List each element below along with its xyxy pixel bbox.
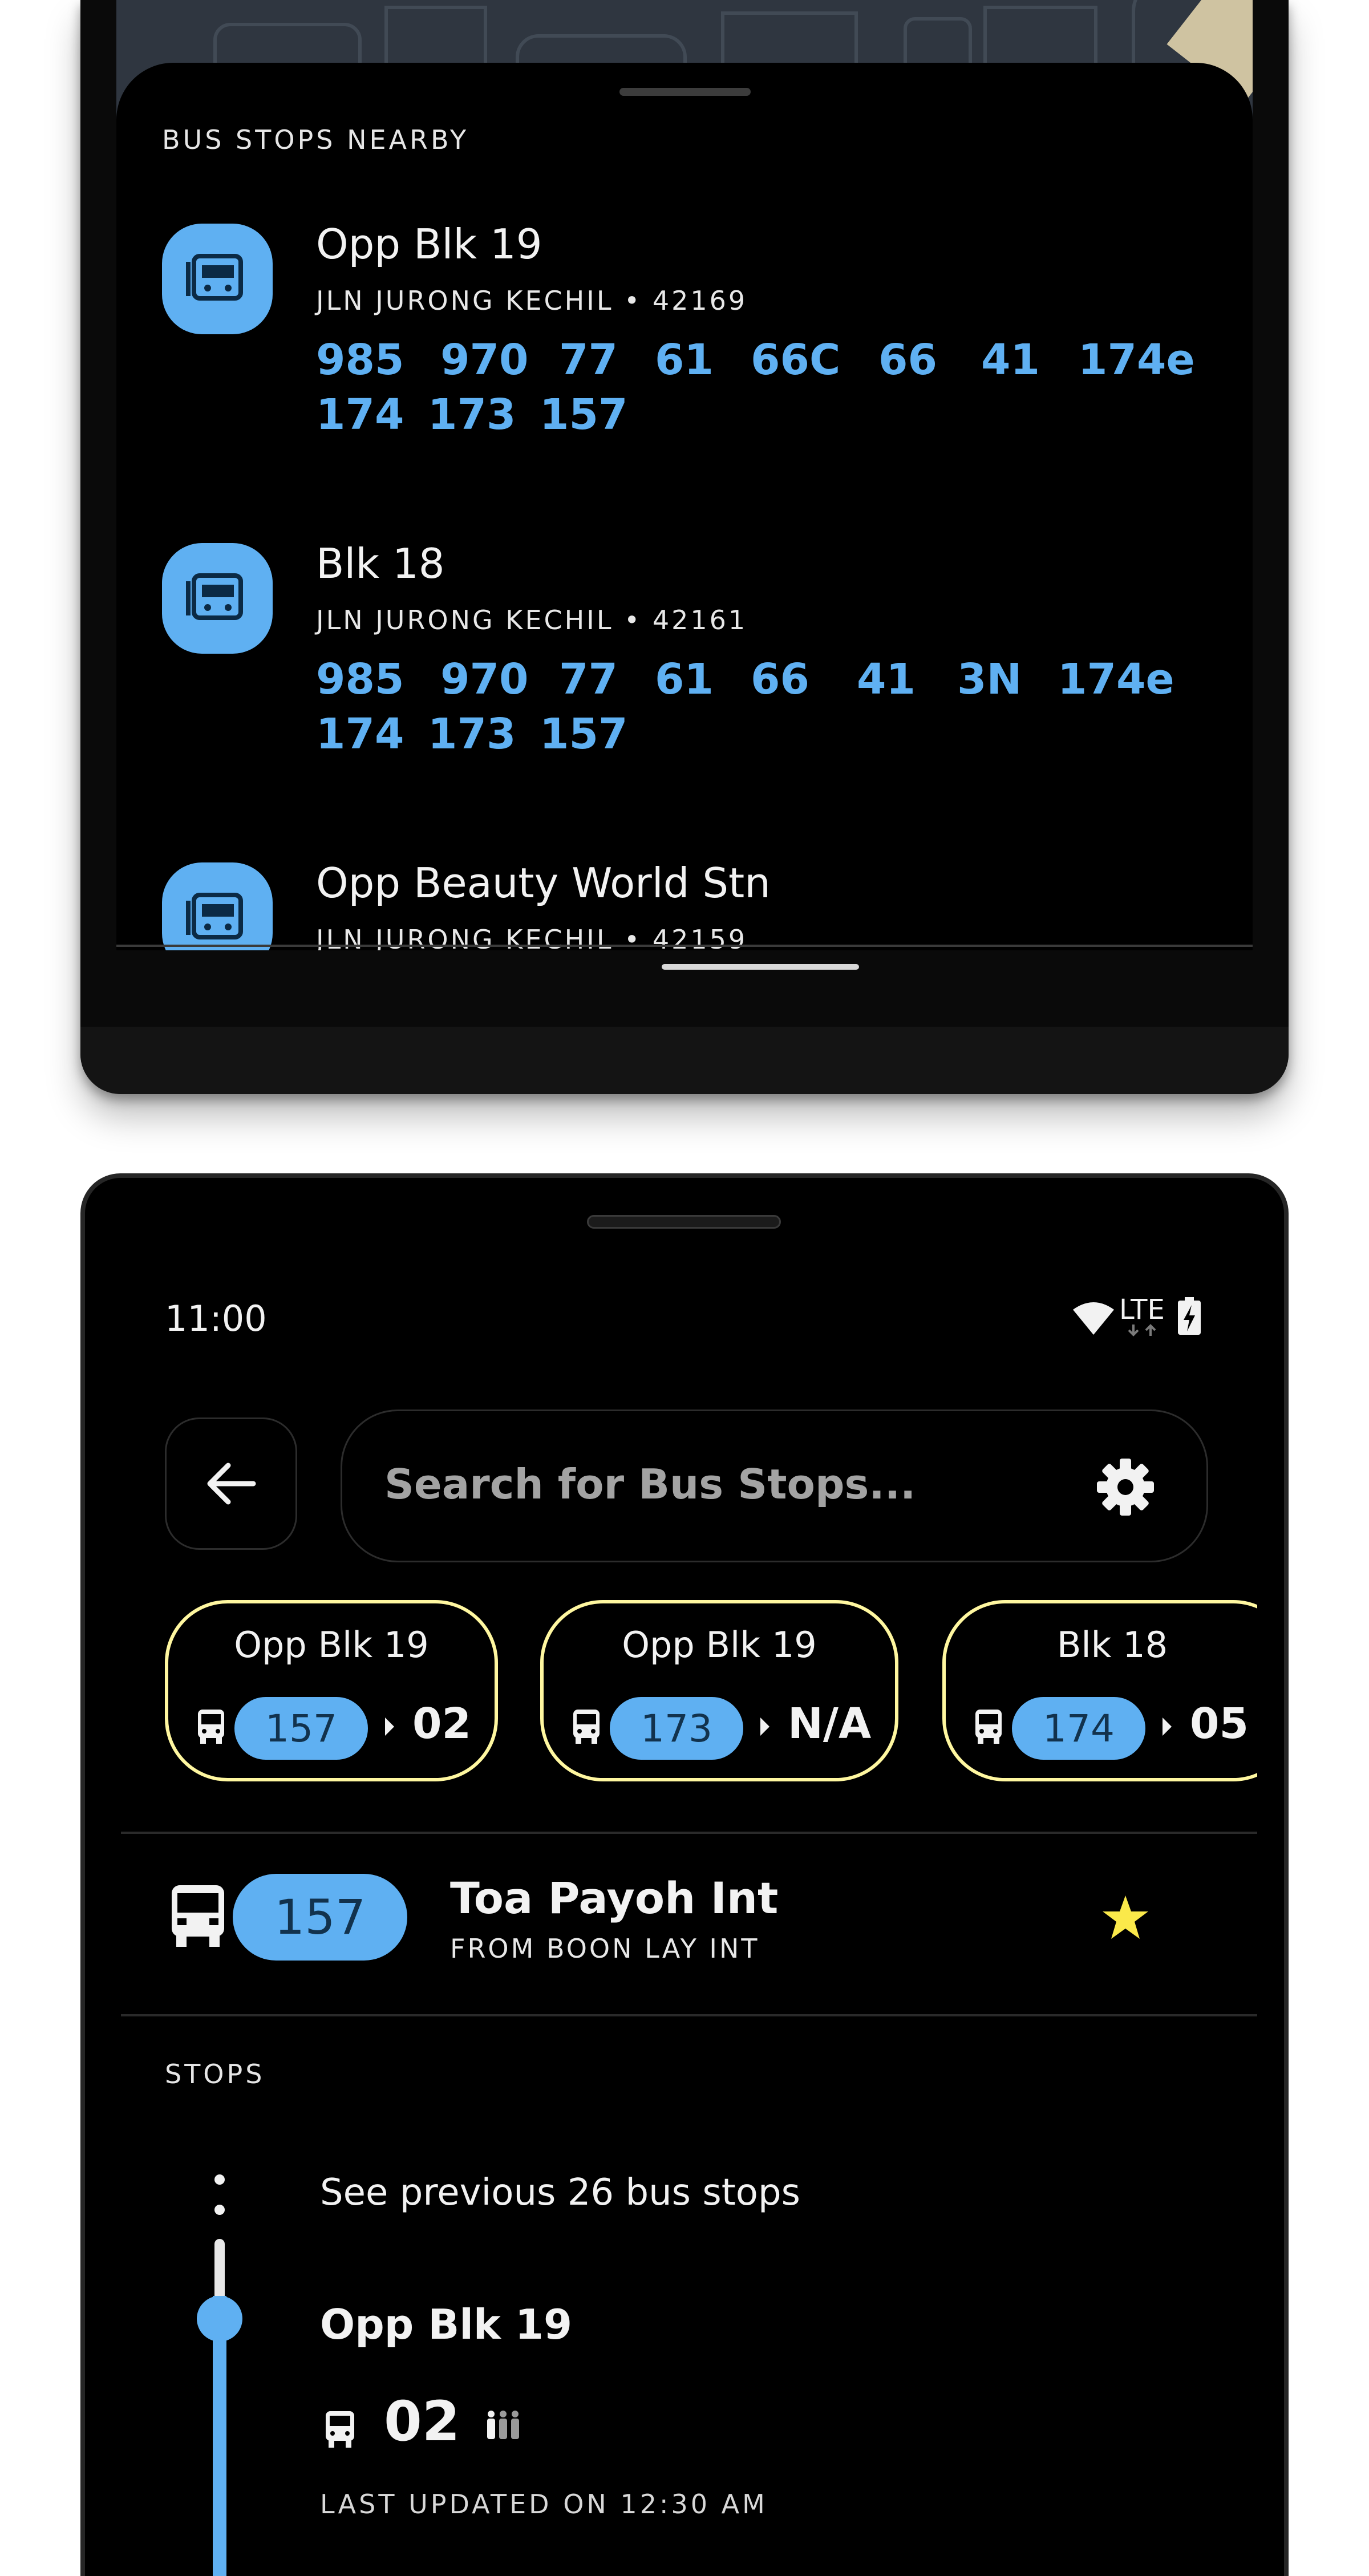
phone-bottom-bezel bbox=[80, 1027, 1289, 1094]
service-number[interactable]: 41 bbox=[981, 335, 1040, 384]
route-header: 157 Toa Payoh Int FROM BOON LAY INT bbox=[85, 1822, 1284, 2011]
nearby-stop-item[interactable]: Opp Blk 19 JLN JURONG KECHIL • 42169 985… bbox=[116, 220, 1253, 497]
bus-icon bbox=[573, 1710, 600, 1744]
service-number[interactable]: 174 bbox=[316, 390, 404, 439]
route-destination: Toa Payoh Int bbox=[450, 1873, 779, 1923]
last-updated-text: LAST UPDATED ON 12:30 AM bbox=[320, 2489, 768, 2520]
stops-section-title: STOPS bbox=[165, 2059, 265, 2089]
service-pill: 173 bbox=[610, 1697, 743, 1760]
service-number[interactable]: 174 bbox=[316, 710, 404, 759]
nearby-stop-item[interactable]: Opp Beauty World Stn JLN JURONG KECHIL •… bbox=[116, 859, 1253, 950]
bus-stop-icon bbox=[162, 224, 273, 334]
nearby-section-title: BUS STOPS NEARBY bbox=[162, 124, 469, 155]
arrival-eta: 02 bbox=[384, 2389, 460, 2453]
service-number[interactable]: 77 bbox=[559, 335, 618, 384]
crowd-level-icon bbox=[487, 2411, 519, 2439]
route-phone-screen: 11:00 LTE Search for Bus Stops... Opp Bl… bbox=[80, 1173, 1289, 2576]
favorite-stop-name: Blk 18 bbox=[1056, 1624, 1168, 1666]
service-number[interactable]: 173 bbox=[428, 710, 516, 759]
timeline-dot bbox=[214, 2174, 225, 2185]
back-button[interactable] bbox=[165, 1417, 297, 1550]
wifi-icon bbox=[1073, 1302, 1114, 1335]
timeline-node bbox=[197, 2296, 242, 2342]
arrow-right-icon bbox=[1163, 1718, 1172, 1736]
favorite-card[interactable]: Opp Blk 19 157 02 bbox=[165, 1600, 498, 1781]
service-pill: 174 bbox=[1012, 1697, 1145, 1760]
nearby-stop-name: Opp Blk 19 bbox=[316, 220, 542, 268]
service-number[interactable]: 174e bbox=[1078, 335, 1195, 384]
sheet-bottom-divider bbox=[116, 945, 1253, 947]
service-number[interactable]: 970 bbox=[440, 655, 528, 704]
bus-icon bbox=[326, 2411, 354, 2448]
section-divider bbox=[121, 2014, 1257, 2016]
bus-stop-icon bbox=[162, 862, 273, 950]
status-icons: LTE bbox=[1072, 1294, 1203, 1339]
service-number[interactable]: 985 bbox=[316, 655, 404, 704]
current-stop-name[interactable]: Opp Blk 19 bbox=[320, 2300, 572, 2348]
favorite-eta: 02 bbox=[412, 1699, 471, 1748]
timeline-previous-segment bbox=[214, 2239, 225, 2302]
arrow-left-icon bbox=[207, 1463, 256, 1505]
earpiece-speaker bbox=[587, 1215, 781, 1229]
service-number[interactable]: 173 bbox=[428, 390, 516, 439]
arrow-right-icon bbox=[760, 1718, 769, 1736]
bus-icon bbox=[975, 1710, 1002, 1744]
gesture-nav-pill[interactable] bbox=[662, 964, 859, 970]
favorite-card[interactable]: Blk 18 174 05 bbox=[942, 1600, 1257, 1781]
status-time: 11:00 bbox=[165, 1298, 267, 1339]
favorite-card[interactable]: Opp Blk 19 173 N/A bbox=[540, 1600, 898, 1781]
arrow-right-icon bbox=[385, 1718, 394, 1736]
favorites-carousel[interactable]: Opp Blk 19 157 02 Opp Blk 19 173 N/A Blk… bbox=[121, 1600, 1257, 1788]
search-placeholder: Search for Bus Stops... bbox=[384, 1460, 916, 1508]
lte-label: LTE bbox=[1119, 1294, 1165, 1326]
sheet-drag-handle[interactable] bbox=[619, 88, 751, 96]
battery-charging-icon bbox=[1178, 1297, 1201, 1335]
service-number[interactable]: 66 bbox=[878, 335, 937, 384]
star-icon[interactable] bbox=[1101, 1893, 1149, 1941]
favorite-stop-name: Opp Blk 19 bbox=[234, 1624, 429, 1666]
bus-stop-icon bbox=[162, 543, 273, 654]
nearby-stop-item[interactable]: Blk 18 JLN JURONG KECHIL • 42161 985 970… bbox=[116, 540, 1253, 817]
route-service-pill: 157 bbox=[233, 1874, 407, 1961]
service-number[interactable]: 66C bbox=[751, 335, 840, 384]
service-pill: 157 bbox=[234, 1697, 368, 1760]
see-previous-stops-link[interactable]: See previous 26 bus stops bbox=[320, 2172, 800, 2214]
service-number[interactable]: 174e bbox=[1058, 655, 1174, 704]
nearby-stop-name: Blk 18 bbox=[316, 540, 445, 588]
service-number[interactable]: 970 bbox=[440, 335, 528, 384]
settings-button[interactable] bbox=[1094, 1456, 1157, 1518]
nearby-bottom-sheet[interactable]: BUS STOPS NEARBY Opp Blk 19 JLN JURONG K… bbox=[116, 63, 1253, 950]
favorite-stop-name: Opp Blk 19 bbox=[622, 1624, 817, 1666]
search-input[interactable]: Search for Bus Stops... bbox=[341, 1409, 1208, 1562]
favorite-eta: N/A bbox=[788, 1699, 872, 1748]
service-number[interactable]: 157 bbox=[540, 710, 627, 759]
service-number[interactable]: 985 bbox=[316, 335, 404, 384]
nearby-phone-screen: BUS STOPS NEARBY Opp Blk 19 JLN JURONG K… bbox=[80, 0, 1289, 1094]
service-number[interactable]: 157 bbox=[540, 390, 627, 439]
bus-icon bbox=[172, 1885, 224, 1947]
lte-signal-icon bbox=[1128, 1324, 1156, 1336]
nearby-stop-road-code: JLN JURONG KECHIL • 42169 bbox=[316, 285, 748, 316]
nearby-stop-name: Opp Beauty World Stn bbox=[316, 859, 771, 907]
favorite-eta: 05 bbox=[1190, 1699, 1249, 1748]
service-number[interactable]: 61 bbox=[655, 335, 714, 384]
gear-icon bbox=[1097, 1459, 1154, 1516]
bus-icon bbox=[198, 1710, 224, 1744]
service-number[interactable]: 77 bbox=[559, 655, 618, 704]
nearby-stop-road-code: JLN JURONG KECHIL • 42161 bbox=[316, 605, 748, 635]
service-number[interactable]: 3N bbox=[957, 655, 1022, 704]
route-origin: FROM BOON LAY INT bbox=[450, 1933, 760, 1964]
service-number[interactable]: 66 bbox=[751, 655, 809, 704]
timeline-dot bbox=[214, 2205, 225, 2215]
service-number[interactable]: 61 bbox=[655, 655, 714, 704]
service-number[interactable]: 41 bbox=[857, 655, 916, 704]
